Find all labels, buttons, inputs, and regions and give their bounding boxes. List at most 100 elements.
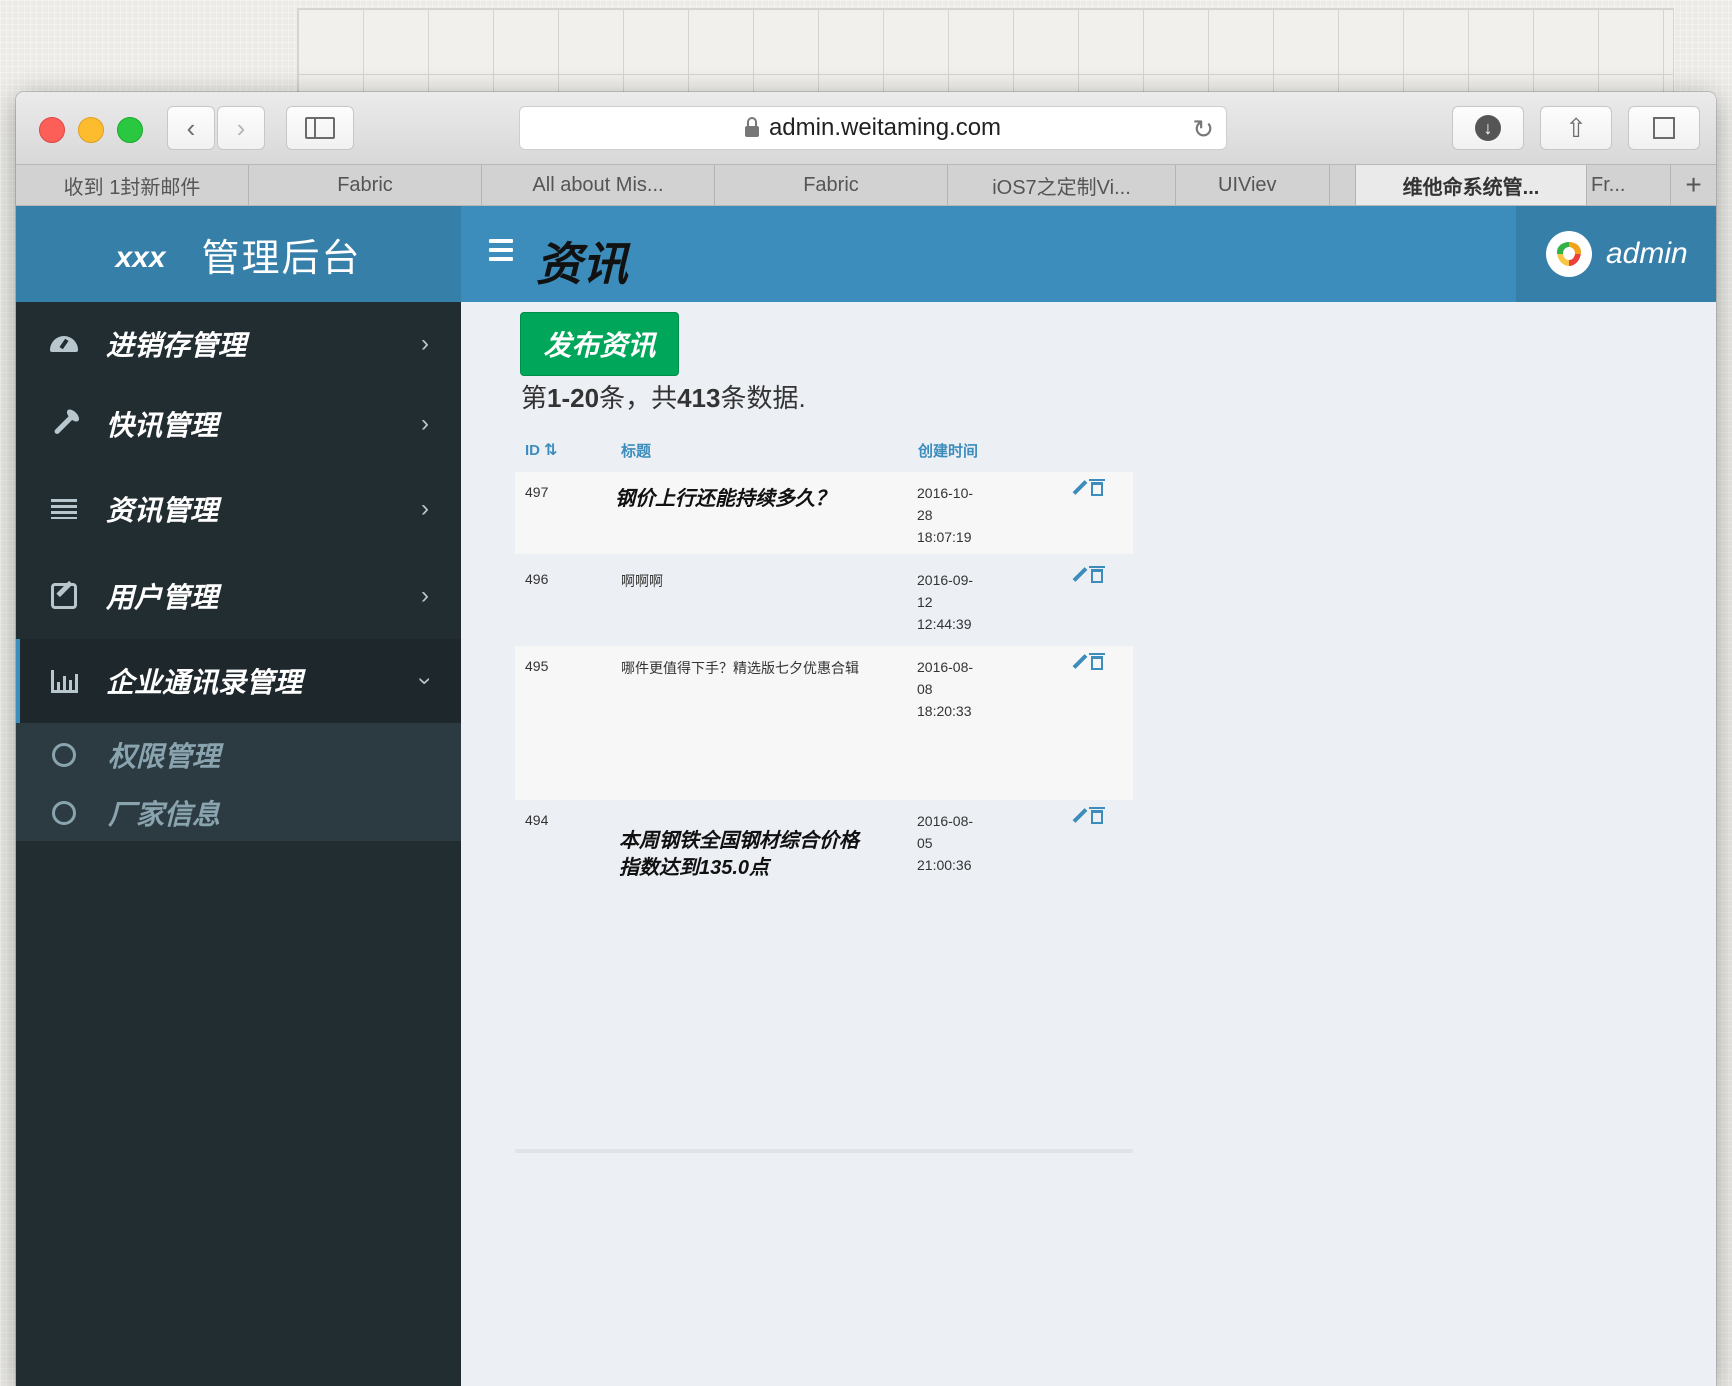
list-icon xyxy=(48,499,80,519)
tab-fabric-2[interactable]: Fabric xyxy=(715,165,948,205)
column-header-title[interactable]: 标题 xyxy=(621,440,651,461)
cell-created: 2016-09- 12 12:44:39 xyxy=(917,572,974,632)
sidebar: 进销存管理 › 快讯管理 › 资讯管理 › 用户管理 › 企业通讯录管理 › 权… xyxy=(16,302,461,1386)
sidebar-subitem-label: 厂家信息 xyxy=(108,799,221,830)
close-window-button[interactable] xyxy=(39,117,65,143)
admin-page: xxx 管理后台 admin 进销存管理 › 快讯管理 › 资讯管理 › 用户管… xyxy=(16,206,1716,1386)
tab-blank[interactable] xyxy=(1330,165,1356,205)
sidebar-subitem-label: 权限管理 xyxy=(108,741,221,772)
forward-button[interactable]: › xyxy=(217,106,265,150)
sidebar-item-label: 资讯管理 xyxy=(106,495,219,526)
tab-bar: 收到 1封新邮件 Fabric All about Mis... Fabric … xyxy=(16,164,1716,206)
reload-icon[interactable]: ↻ xyxy=(1192,114,1214,145)
share-button[interactable]: ⇧ xyxy=(1540,106,1612,150)
chevron-right-icon: › xyxy=(421,582,429,609)
download-icon: ↓ xyxy=(1475,115,1501,141)
table-footer-divider xyxy=(515,1149,1133,1153)
chevron-right-icon: › xyxy=(421,495,429,522)
new-tab-button[interactable]: + xyxy=(1671,165,1716,205)
share-icon: ⇧ xyxy=(1565,112,1587,143)
tab-ios7[interactable]: iOS7之定制Vi... xyxy=(948,165,1176,205)
sidebar-item-news-flash[interactable]: 快讯管理 › xyxy=(16,384,461,464)
trash-icon[interactable] xyxy=(1089,807,1105,824)
table-row: 494 本周钢铁全国钢材综合价格 指数达到135.0点 2016-08- 05 21… xyxy=(515,800,1133,935)
table-row: 497 钢价上行还能持续多久？ 2016-10- 28 18:07:19 xyxy=(515,472,1133,554)
minimize-window-button[interactable] xyxy=(78,117,104,143)
lock-icon xyxy=(744,116,759,137)
trash-icon[interactable] xyxy=(1089,479,1105,496)
chevron-left-icon: ‹ xyxy=(186,112,196,143)
cell-id: 495 xyxy=(525,658,549,674)
sidebar-item-articles[interactable]: 资讯管理 › xyxy=(16,469,461,549)
user-name: admin xyxy=(1606,237,1688,270)
pencil-icon[interactable] xyxy=(1071,808,1087,824)
circle-icon xyxy=(52,743,76,767)
chevron-right-icon: › xyxy=(236,112,246,143)
row-actions xyxy=(1071,479,1105,496)
logo-title: 管理后台 xyxy=(201,237,362,280)
wrench-icon xyxy=(48,407,81,437)
logo-mini: xxx xyxy=(115,241,166,274)
pagination-summary: 第1-20条，共413条数据. xyxy=(521,383,806,413)
cell-id: 496 xyxy=(525,571,549,587)
trash-icon[interactable] xyxy=(1089,566,1105,583)
sidebar-subitem-vendors[interactable]: 厂家信息 xyxy=(52,793,220,833)
table-row: 496 啊啊啊 2016-09- 12 12:44:39 xyxy=(515,559,1133,643)
chevron-right-icon: › xyxy=(421,410,429,437)
publish-article-button[interactable]: 发布资讯 xyxy=(520,312,679,376)
table-row: 495 哪件更值得下手？精选版七夕优惠合辑 2016-08- 08 18:20:33 xyxy=(515,646,1133,800)
sidebar-item-inventory[interactable]: 进销存管理 › xyxy=(16,304,461,384)
tab-mail[interactable]: 收到 1封新邮件 xyxy=(16,165,249,205)
sidebar-item-directory[interactable]: 企业通讯录管理 › xyxy=(16,639,461,723)
sidebar-submenu: 权限管理 厂家信息 xyxy=(16,723,461,841)
column-header-created[interactable]: 创建时间 xyxy=(918,440,978,461)
tab-all-about[interactable]: All about Mis... xyxy=(482,165,715,205)
cell-title: 啊啊啊 xyxy=(621,573,663,589)
hamburger-menu-icon[interactable] xyxy=(489,239,513,266)
browser-titlebar: ‹ › admin.weitaming.com ↻ ↓ ⇧ xyxy=(16,92,1716,164)
tab-vitamin-admin[interactable]: 维他命系统管... xyxy=(1356,165,1587,205)
pencil-icon[interactable] xyxy=(1071,654,1087,670)
chevron-right-icon: › xyxy=(421,330,429,357)
tab-fabric[interactable]: Fabric xyxy=(249,165,482,205)
sidebar-item-label: 进销存管理 xyxy=(106,330,247,361)
tabs-icon xyxy=(1653,117,1675,139)
tabs-overview-button[interactable] xyxy=(1628,106,1700,150)
browser-window: ‹ › admin.weitaming.com ↻ ↓ ⇧ 收到 1封新邮件 F… xyxy=(16,92,1716,1386)
cell-id: 494 xyxy=(525,812,549,828)
circle-icon xyxy=(52,801,76,825)
sidebar-item-label: 快讯管理 xyxy=(106,410,219,441)
brand-logo[interactable]: xxx 管理后台 xyxy=(16,206,461,302)
dashboard-icon xyxy=(48,336,80,352)
cell-title: 钢价上行还能持续多久？ xyxy=(615,488,835,510)
pencil-icon[interactable] xyxy=(1071,480,1087,496)
url-text: admin.weitaming.com xyxy=(768,114,1002,141)
tab-fr[interactable]: Fr... xyxy=(1587,165,1671,205)
tab-uiview[interactable]: UIViev xyxy=(1176,165,1330,205)
user-menu[interactable]: admin xyxy=(1516,206,1716,302)
sidebar-toggle-button[interactable] xyxy=(286,106,354,150)
cell-title: 本周钢铁全国钢材综合价格 指数达到135.0点 xyxy=(619,830,859,879)
page-title: 资讯 xyxy=(536,238,628,290)
downloads-button[interactable]: ↓ xyxy=(1452,106,1524,150)
cell-created: 2016-08- 05 21:00:36 xyxy=(917,813,974,873)
sidebar-item-users[interactable]: 用户管理 › xyxy=(16,556,461,636)
column-header-id[interactable]: ID ⇅ xyxy=(525,440,557,460)
address-bar[interactable]: admin.weitaming.com ↻ xyxy=(519,106,1227,150)
sidebar-subitem-permissions[interactable]: 权限管理 xyxy=(52,735,220,775)
cell-created: 2016-08- 08 18:20:33 xyxy=(917,659,974,719)
zoom-window-button[interactable] xyxy=(117,117,143,143)
row-actions xyxy=(1071,566,1105,583)
cell-created: 2016-10- 28 18:07:19 xyxy=(917,485,974,545)
trash-icon[interactable] xyxy=(1089,653,1105,670)
sidebar-item-label: 用户管理 xyxy=(106,582,219,613)
sidebar-item-label: 企业通讯录管理 xyxy=(106,667,303,698)
pencil-icon[interactable] xyxy=(1071,567,1087,583)
chevron-down-icon: › xyxy=(412,677,439,685)
back-button[interactable]: ‹ xyxy=(167,106,215,150)
edit-icon xyxy=(48,580,80,609)
sort-icon: ⇅ xyxy=(544,442,558,459)
row-actions xyxy=(1071,807,1105,824)
avatar xyxy=(1546,231,1592,277)
cell-title: 哪件更值得下手？精选版七夕优惠合辑 xyxy=(621,660,859,676)
